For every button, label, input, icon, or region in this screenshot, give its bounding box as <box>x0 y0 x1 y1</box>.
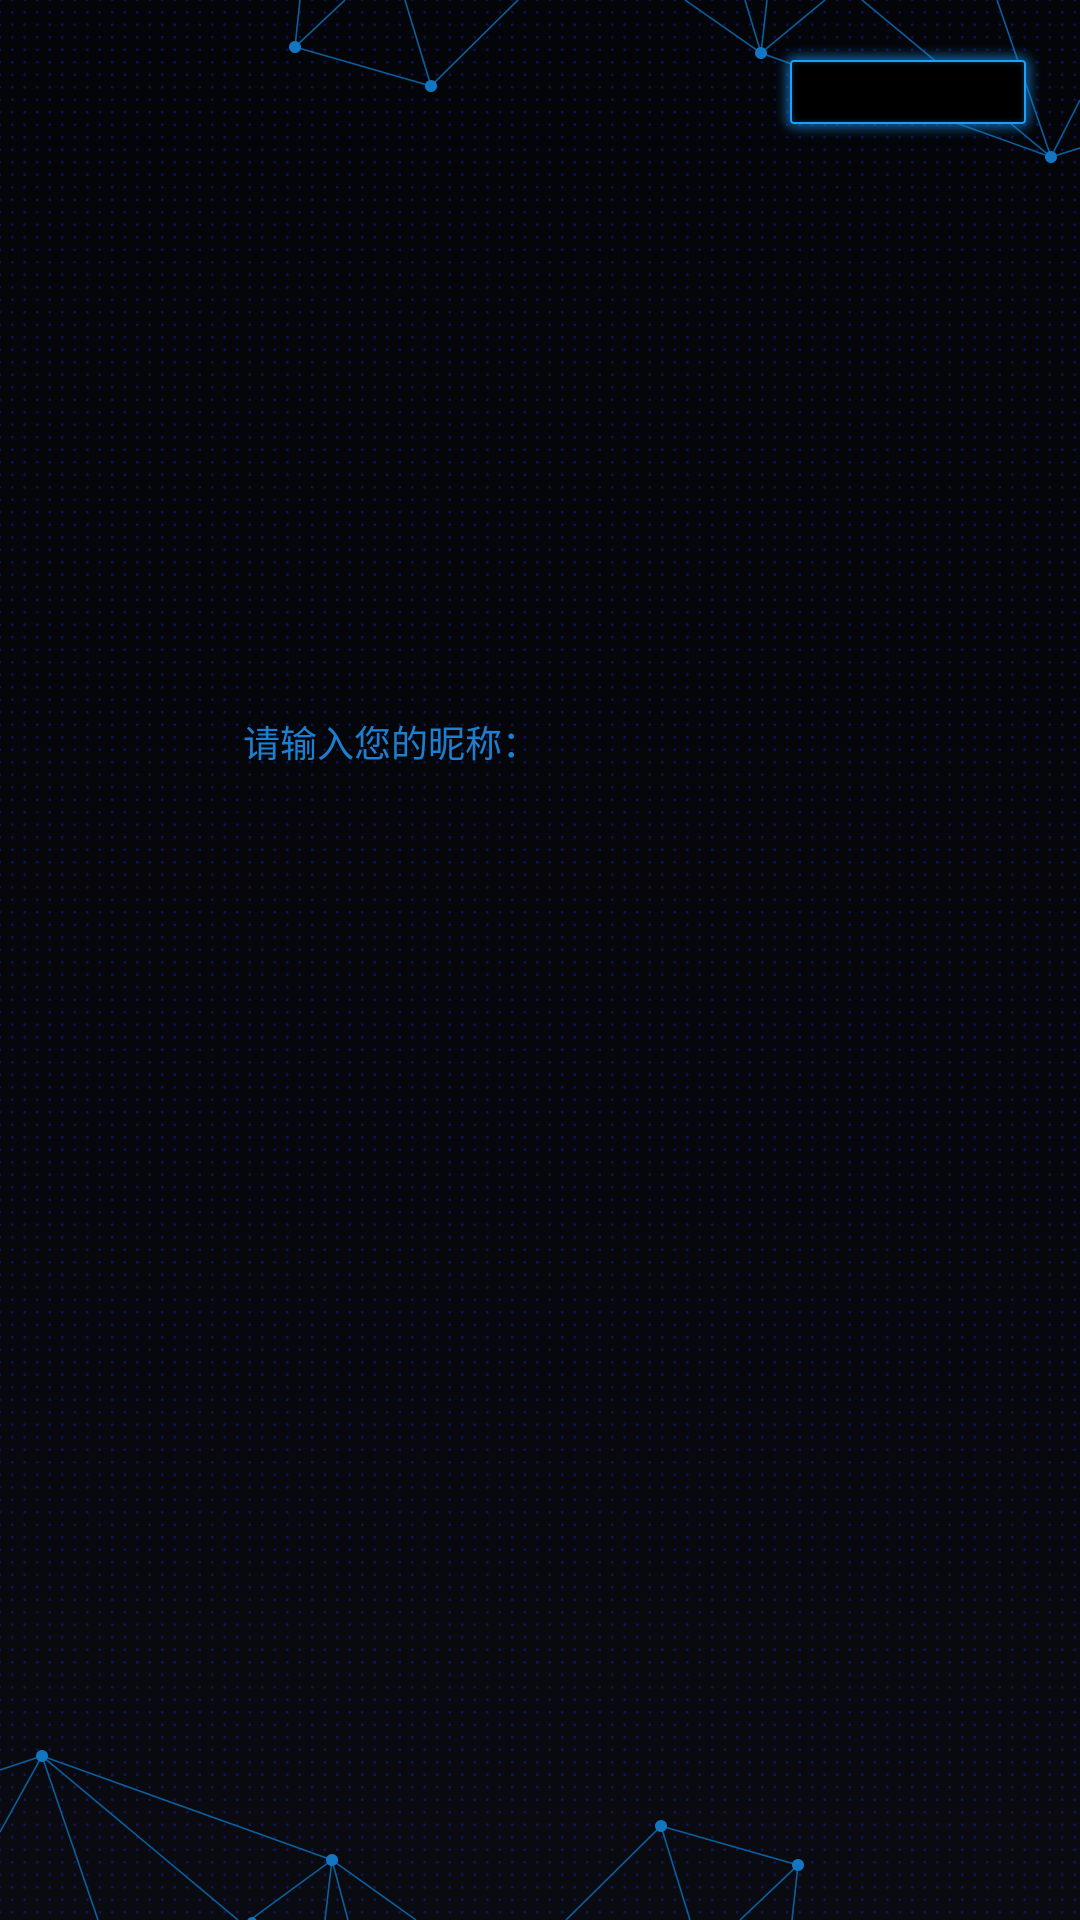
top-right-button[interactable] <box>790 60 1026 124</box>
nickname-prompt-label: 请输入您的昵称： <box>243 723 539 766</box>
network-decoration-bottom <box>0 1750 804 1920</box>
app-screen: 请输入您的昵称： <box>0 0 1080 1920</box>
